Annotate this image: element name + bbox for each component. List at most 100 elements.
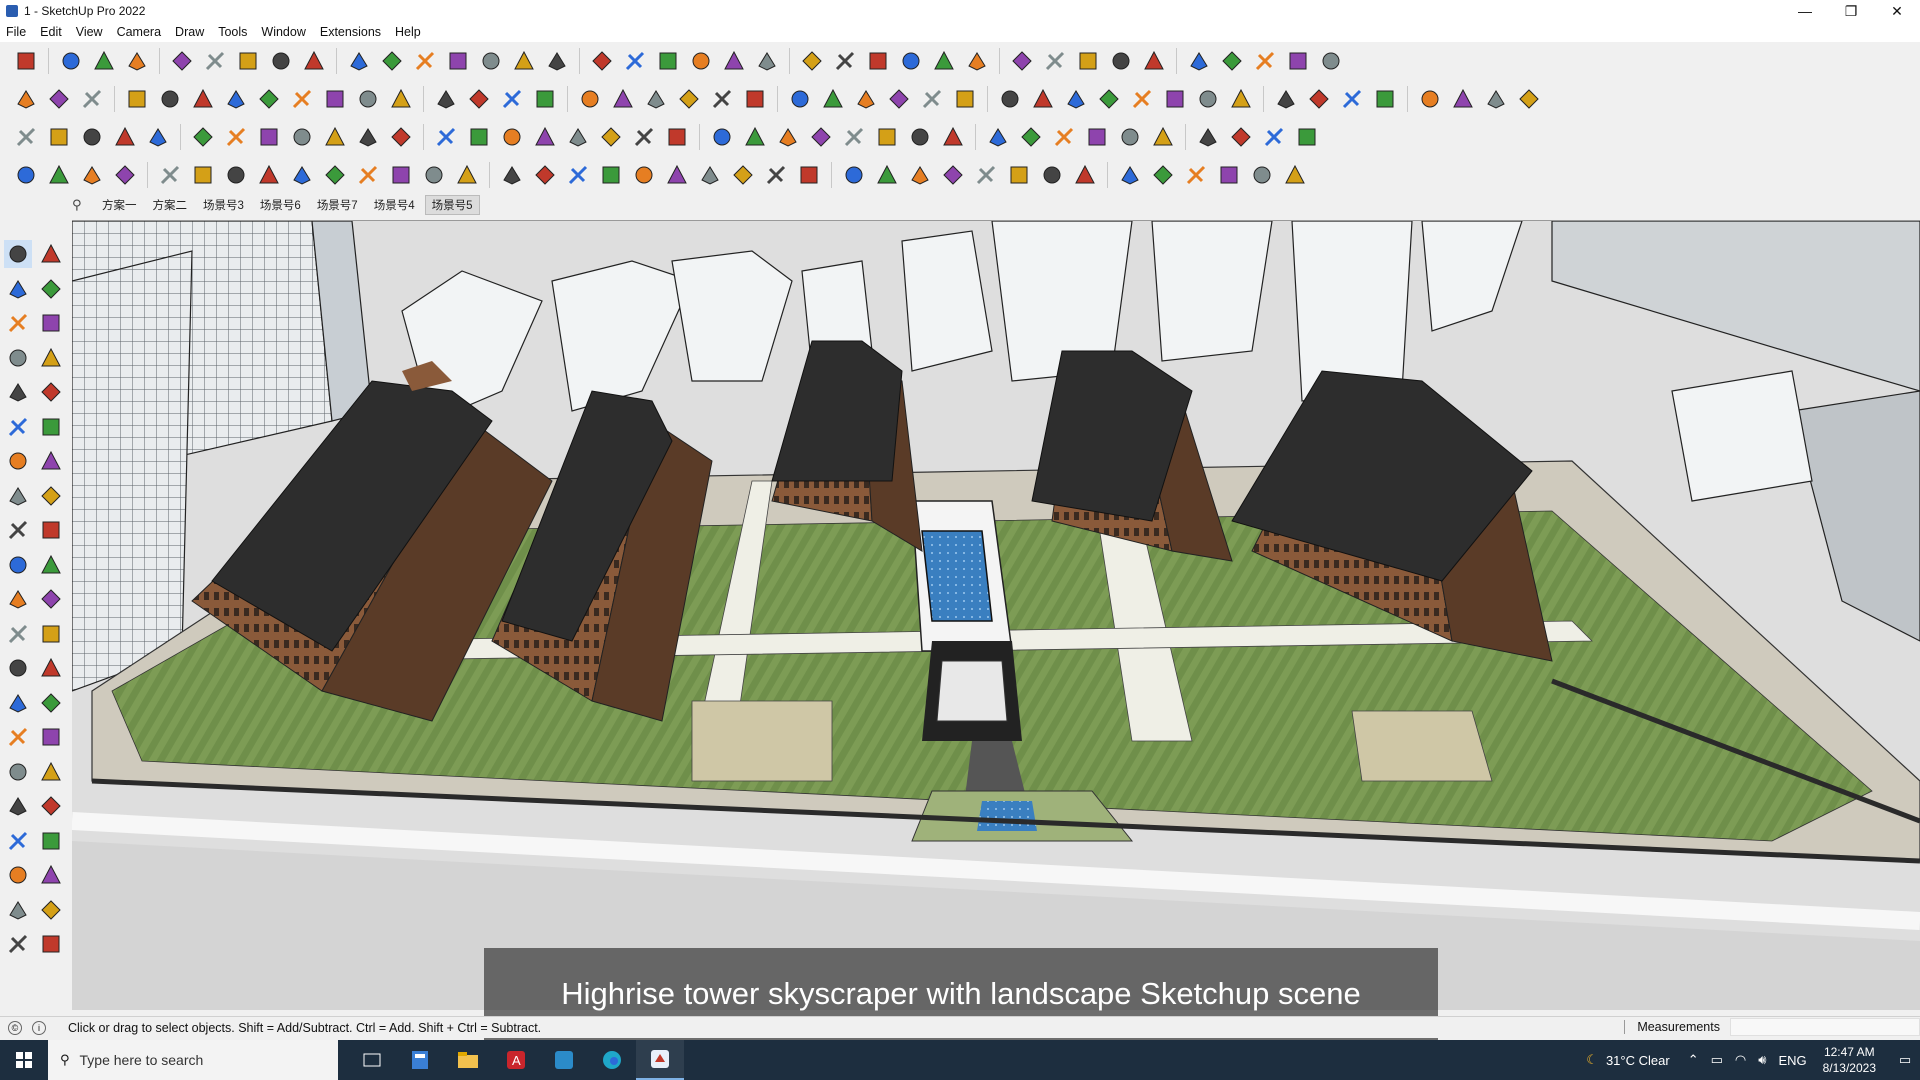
toolbar-tool-icon[interactable] <box>1185 47 1213 75</box>
toolbar-tool-icon[interactable] <box>111 161 139 189</box>
large-tool-icon[interactable] <box>37 240 65 268</box>
large-tool-icon[interactable] <box>4 861 32 889</box>
toolbar-tool-icon[interactable] <box>1008 47 1036 75</box>
measurements-input[interactable] <box>1730 1018 1920 1036</box>
toolbar-tool-icon[interactable] <box>1281 161 1309 189</box>
toolbar-tool-icon[interactable] <box>1182 161 1210 189</box>
toolbar-tool-icon[interactable] <box>45 123 73 151</box>
toolbar-tool-icon[interactable] <box>1515 85 1543 113</box>
toolbar-tool-icon[interactable] <box>786 85 814 113</box>
scene-tab[interactable]: 方案一 <box>96 196 143 214</box>
large-tool-icon[interactable] <box>37 413 65 441</box>
restore-button[interactable]: ❐ <box>1828 0 1874 22</box>
large-tool-icon[interactable] <box>37 378 65 406</box>
toolbar-tool-icon[interactable] <box>222 123 250 151</box>
toolbar-tool-icon[interactable] <box>12 85 40 113</box>
chevron-up-icon[interactable]: ⌃ <box>1688 1052 1699 1068</box>
toolbar-tool-icon[interactable] <box>111 123 139 151</box>
toolbar-tool-icon[interactable] <box>654 47 682 75</box>
toolbar-tool-icon[interactable] <box>807 123 835 151</box>
menu-camera[interactable]: Camera <box>117 25 161 39</box>
toolbar-tool-icon[interactable] <box>864 47 892 75</box>
toolbar-tool-icon[interactable] <box>720 47 748 75</box>
clock[interactable]: 12:47 AM 8/13/2023 <box>1823 1044 1876 1076</box>
large-tool-icon[interactable] <box>37 654 65 682</box>
toolbar-tool-icon[interactable] <box>795 161 823 189</box>
toolbar-tool-icon[interactable] <box>753 47 781 75</box>
toolbar-tool-icon[interactable] <box>321 161 349 189</box>
menu-window[interactable]: Window <box>261 25 305 39</box>
toolbar-tool-icon[interactable] <box>12 47 40 75</box>
large-tool-icon[interactable] <box>37 516 65 544</box>
toolbar-tool-icon[interactable] <box>663 123 691 151</box>
toolbar-tool-icon[interactable] <box>1128 85 1156 113</box>
menu-tools[interactable]: Tools <box>218 25 247 39</box>
toolbar-tool-icon[interactable] <box>510 47 538 75</box>
toolbar-tool-icon[interactable] <box>951 85 979 113</box>
large-tool-icon[interactable] <box>4 413 32 441</box>
large-tool-icon[interactable] <box>4 516 32 544</box>
toolbar-tool-icon[interactable] <box>663 161 691 189</box>
toolbar-tool-icon[interactable] <box>144 123 172 151</box>
large-tool-icon[interactable] <box>37 585 65 613</box>
select-tool-icon[interactable] <box>4 240 32 268</box>
toolbar-tool-icon[interactable] <box>354 85 382 113</box>
toolbar-tool-icon[interactable] <box>576 85 604 113</box>
menu-help[interactable]: Help <box>395 25 421 39</box>
wifi-icon[interactable]: ◠ <box>1735 1052 1746 1068</box>
toolbar-tool-icon[interactable] <box>1029 85 1057 113</box>
toolbar-tool-icon[interactable] <box>78 85 106 113</box>
taskbar-search-box[interactable]: ⚲ Type here to search <box>48 1040 338 1080</box>
toolbar-tool-icon[interactable] <box>1371 85 1399 113</box>
search-icon[interactable]: ⚲ <box>72 197 92 213</box>
menu-file[interactable]: File <box>6 25 26 39</box>
toolbar-tool-icon[interactable] <box>1062 85 1090 113</box>
scene-tab-active[interactable]: 场景号5 <box>424 195 480 215</box>
toolbar-tool-icon[interactable] <box>1005 161 1033 189</box>
toolbar-tool-icon[interactable] <box>963 47 991 75</box>
menu-edit[interactable]: Edit <box>40 25 62 39</box>
large-tool-icon[interactable] <box>37 689 65 717</box>
toolbar-tool-icon[interactable] <box>906 161 934 189</box>
toolbar-tool-icon[interactable] <box>972 161 1000 189</box>
large-tool-icon[interactable] <box>4 482 32 510</box>
toolbar-tool-icon[interactable] <box>321 123 349 151</box>
toolbar-tool-icon[interactable] <box>885 85 913 113</box>
toolbar-tool-icon[interactable] <box>1071 161 1099 189</box>
large-tool-icon[interactable] <box>4 654 32 682</box>
toolbar-tool-icon[interactable] <box>873 123 901 151</box>
large-tool-icon[interactable] <box>37 344 65 372</box>
toolbar-tool-icon[interactable] <box>729 161 757 189</box>
toolbar-tool-icon[interactable] <box>1149 123 1177 151</box>
toolbar-tool-icon[interactable] <box>444 47 472 75</box>
scene-tab[interactable]: 场景号7 <box>311 196 364 214</box>
toolbar-tool-icon[interactable] <box>1194 123 1222 151</box>
toolbar-tool-icon[interactable] <box>531 123 559 151</box>
toolbar-tool-icon[interactable] <box>1482 85 1510 113</box>
toolbar-tool-icon[interactable] <box>630 161 658 189</box>
toolbar-tool-icon[interactable] <box>354 123 382 151</box>
toolbar-tool-icon[interactable] <box>168 47 196 75</box>
toolbar-tool-icon[interactable] <box>12 123 40 151</box>
task-view-icon[interactable] <box>348 1040 396 1080</box>
toolbar-tool-icon[interactable] <box>420 161 448 189</box>
toolbar-tool-icon[interactable] <box>1260 123 1288 151</box>
large-tool-icon[interactable] <box>37 896 65 924</box>
toolbar-tool-icon[interactable] <box>687 47 715 75</box>
toolbar-tool-icon[interactable] <box>222 85 250 113</box>
large-tool-icon[interactable] <box>4 758 32 786</box>
menu-view[interactable]: View <box>76 25 103 39</box>
file-explorer-icon[interactable] <box>444 1040 492 1080</box>
toolbar-tool-icon[interactable] <box>642 85 670 113</box>
toolbar-tool-icon[interactable] <box>939 123 967 151</box>
toolbar-tool-icon[interactable] <box>90 47 118 75</box>
toolbar-tool-icon[interactable] <box>189 161 217 189</box>
toolbar-tool-icon[interactable] <box>564 123 592 151</box>
toolbar-tool-icon[interactable] <box>234 47 262 75</box>
toolbar-tool-icon[interactable] <box>1041 47 1069 75</box>
store-app-icon[interactable] <box>540 1040 588 1080</box>
edge-icon[interactable] <box>588 1040 636 1080</box>
toolbar-tool-icon[interactable] <box>255 123 283 151</box>
toolbar-tool-icon[interactable] <box>465 85 493 113</box>
notification-icon[interactable]: ▭ <box>1890 1052 1920 1068</box>
